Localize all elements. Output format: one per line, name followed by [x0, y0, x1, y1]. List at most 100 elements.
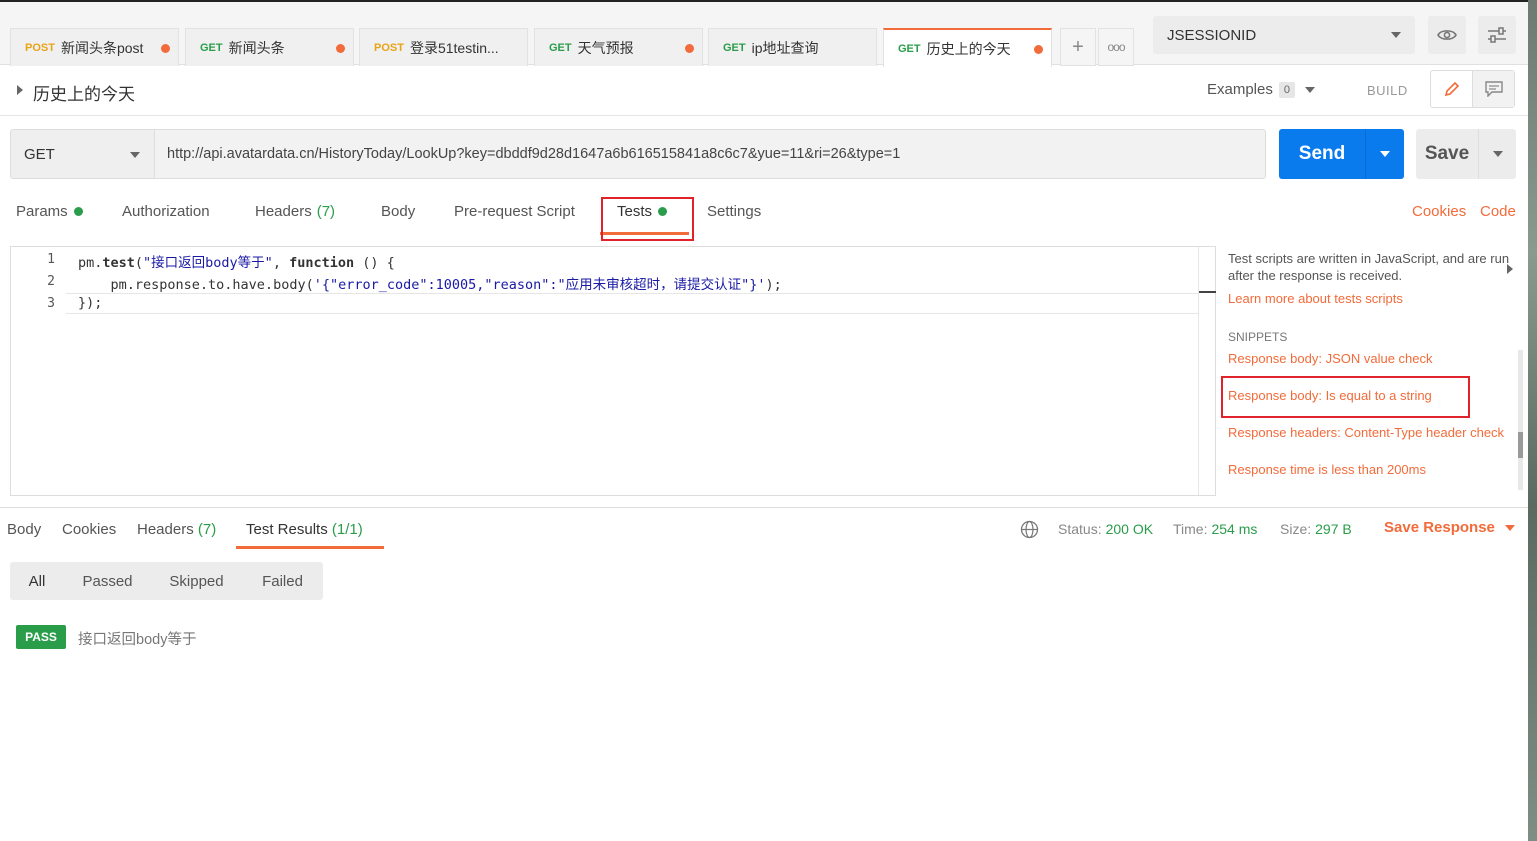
chevron-down-icon: [1304, 86, 1315, 93]
plus-icon: +: [1072, 35, 1084, 58]
tab-label: Params: [16, 203, 68, 220]
test-result-name: 接口返回body等于: [78, 632, 197, 648]
response-tab-test-results[interactable]: Test Results (1/1): [246, 521, 363, 538]
cookies-link[interactable]: Cookies: [1412, 203, 1466, 220]
more-tabs-button[interactable]: ooo: [1098, 28, 1134, 66]
save-button-group: Save: [1416, 129, 1516, 179]
pass-badge: PASS: [16, 625, 66, 649]
build-label[interactable]: BUILD: [1367, 83, 1408, 98]
line-number: 2: [47, 274, 55, 289]
send-options-button[interactable]: [1365, 129, 1404, 179]
snippet-item[interactable]: Response body: JSON value check: [1228, 351, 1433, 366]
tab-params[interactable]: Params: [16, 203, 83, 220]
filter-failed[interactable]: Failed: [242, 562, 323, 600]
tab-count: (7): [197, 521, 217, 538]
examples-dropdown[interactable]: Examples 0: [1207, 81, 1315, 98]
line-number: 1: [47, 252, 55, 267]
save-response-label: Save Response: [1384, 519, 1495, 536]
snippets-panel: Test scripts are written in JavaScript, …: [1228, 250, 1513, 477]
code-token: () {: [354, 255, 395, 271]
edit-mode-button[interactable]: [1431, 71, 1472, 107]
chevron-down-icon: [1391, 32, 1401, 38]
status-value: 200 OK: [1105, 521, 1154, 537]
examples-label: Examples: [1207, 81, 1273, 98]
send-button[interactable]: Send: [1279, 129, 1365, 179]
response-divider[interactable]: [0, 507, 1528, 508]
tab-label: Settings: [707, 203, 762, 220]
caret-right-icon[interactable]: [17, 85, 23, 95]
scrollbar-thumb[interactable]: [1518, 432, 1523, 458]
tab-settings[interactable]: Settings: [707, 203, 761, 220]
unsaved-dot-icon: [685, 44, 694, 53]
tests-description: Test scripts are written in JavaScript, …: [1228, 251, 1510, 283]
url-value: http://api.avatardata.cn/HistoryToday/Lo…: [167, 146, 901, 162]
method-value: GET: [24, 145, 55, 163]
tests-script-editor[interactable]: 1 2 3 pm.test("接口返回body等于", function () …: [10, 246, 1216, 496]
collapse-panel-icon[interactable]: [1507, 264, 1513, 274]
chevron-down-icon: [1504, 524, 1515, 531]
code-token: (: [134, 255, 144, 271]
request-tab-active[interactable]: GET 历史上的今天: [883, 28, 1052, 67]
snippets-scrollbar[interactable]: [1518, 350, 1523, 490]
request-name[interactable]: 历史上的今天: [33, 80, 135, 105]
time-value: 254 ms: [1211, 521, 1258, 537]
save-options-button[interactable]: [1478, 129, 1516, 179]
chevron-down-icon: [130, 152, 140, 158]
code-token: pm.response.to.have.body(: [78, 277, 314, 293]
response-tab-body[interactable]: Body: [7, 521, 41, 538]
tab-label: 天气预报: [577, 39, 634, 56]
tab-label: 新闻头条post: [60, 39, 144, 56]
request-tab[interactable]: GET ip地址查询: [708, 28, 877, 66]
save-button[interactable]: Save: [1416, 129, 1478, 179]
examples-count-badge: 0: [1278, 81, 1295, 98]
filter-skipped[interactable]: Skipped: [151, 562, 242, 600]
scrollbar-thumb[interactable]: [1199, 291, 1216, 293]
code-string: "接口返回body等于": [143, 255, 273, 271]
tab-method: GET: [200, 41, 223, 54]
mode-toggle: [1430, 70, 1515, 108]
tab-method: GET: [723, 41, 746, 54]
snippet-item[interactable]: Response time is less than 200ms: [1228, 462, 1426, 477]
request-tab[interactable]: POST 登录51testin...: [359, 28, 528, 66]
response-tab-headers[interactable]: Headers (7): [137, 521, 216, 538]
tab-label: ip地址查询: [751, 39, 819, 56]
filter-passed[interactable]: Passed: [64, 562, 151, 600]
request-tab[interactable]: GET 新闻头条: [185, 28, 354, 66]
status-label: Status:: [1058, 521, 1102, 537]
environment-select[interactable]: JSESSIONID: [1153, 16, 1415, 54]
chevron-down-icon: [1380, 151, 1390, 157]
tab-count: (7): [316, 203, 336, 220]
request-tab-bar: POST 新闻头条post GET 新闻头条 POST 登录51testin..…: [0, 0, 1528, 67]
code-link[interactable]: Code: [1480, 203, 1516, 220]
sliders-icon: [1488, 27, 1506, 43]
save-response-button[interactable]: Save Response: [1384, 519, 1515, 536]
manage-environments-button[interactable]: [1478, 16, 1516, 54]
url-input[interactable]: http://api.avatardata.cn/HistoryToday/Lo…: [154, 129, 1266, 179]
learn-more-link[interactable]: Learn more about tests scripts: [1228, 291, 1403, 306]
code-token: });: [78, 295, 103, 311]
tab-headers[interactable]: Headers (7): [255, 203, 335, 220]
tab-method: POST: [25, 41, 55, 54]
snippet-item[interactable]: Response headers: Content-Type header ch…: [1228, 425, 1504, 440]
line-number: 3: [47, 296, 55, 311]
tab-prerequest-script[interactable]: Pre-request Script: [454, 203, 575, 220]
request-title-row: 历史上的今天 Examples 0 BUILD: [0, 66, 1528, 116]
comments-button[interactable]: [1472, 71, 1514, 107]
line-gutter: 1 2 3: [11, 247, 66, 495]
response-tab-cookies[interactable]: Cookies: [62, 521, 116, 538]
editor-scrollbar[interactable]: [1198, 247, 1216, 495]
tab-body[interactable]: Body: [381, 203, 415, 220]
new-tab-button[interactable]: +: [1060, 28, 1096, 66]
globe-icon[interactable]: [1020, 520, 1039, 539]
environment-quick-look-button[interactable]: [1428, 16, 1466, 54]
filter-all[interactable]: All: [10, 562, 64, 600]
desktop-edge: [1528, 0, 1537, 841]
method-select[interactable]: GET: [10, 129, 155, 179]
code-token: pm.: [78, 255, 103, 271]
tab-label: 登录51testin...: [409, 39, 499, 56]
request-tab[interactable]: GET 天气预报: [534, 28, 703, 66]
code-line: pm.test("接口返回body等于", function () {: [78, 251, 395, 271]
request-tab[interactable]: POST 新闻头条post: [10, 28, 179, 66]
tab-authorization[interactable]: Authorization: [122, 203, 210, 220]
code-keyword: function: [289, 255, 355, 271]
